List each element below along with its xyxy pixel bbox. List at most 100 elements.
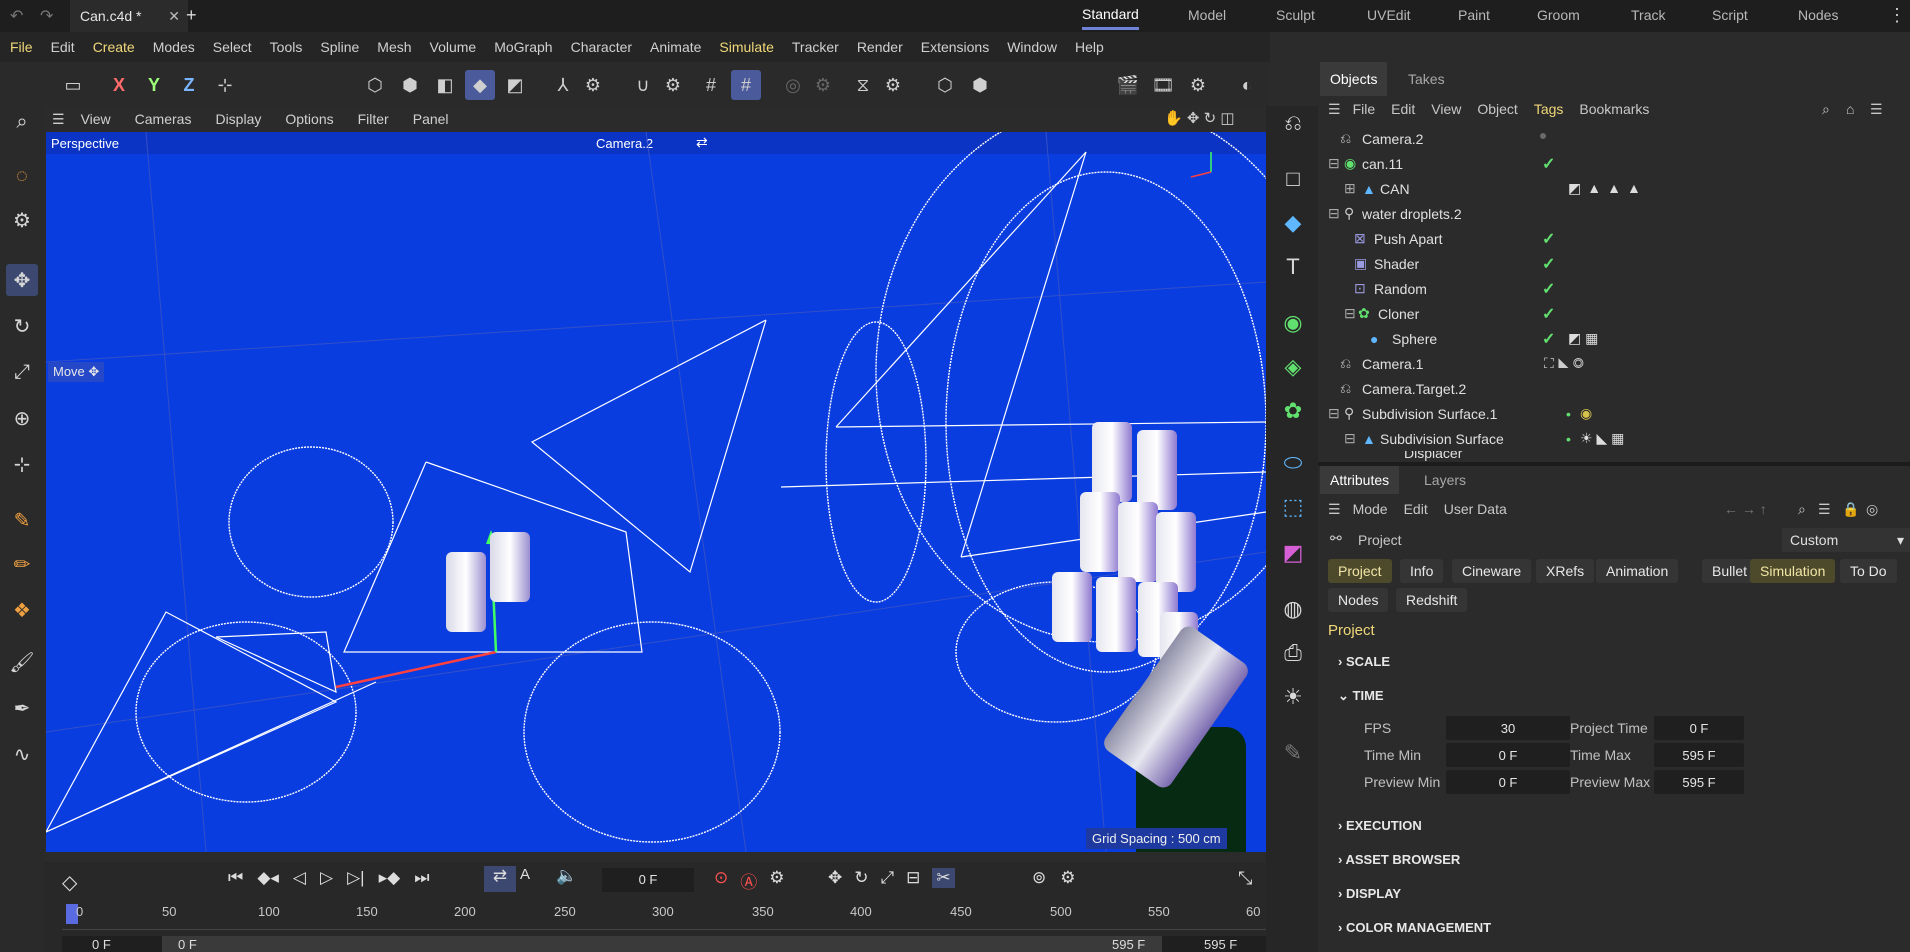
attributes-search-icon[interactable]: ⌕ (1798, 501, 1806, 518)
object-row[interactable]: ⊠ Push Apart ✓ (1318, 226, 1910, 251)
modeling-axis-icon[interactable]: ⬢ (965, 70, 995, 100)
render-region-icon[interactable]: 🎬 (1113, 70, 1143, 100)
viewport-menu-options[interactable]: Options (285, 111, 333, 127)
section-asset-browser[interactable]: › ASSET BROWSER (1338, 852, 1460, 867)
section-scale[interactable]: › SCALE (1338, 654, 1390, 669)
enabled-check-icon[interactable]: ✓ (1542, 229, 1555, 249)
tab-objects[interactable]: Objects (1320, 62, 1388, 96)
object-row[interactable]: ⊞ ▲ CAN ◩▲▲▲ (1318, 176, 1910, 201)
attr-tab-info[interactable]: Info (1400, 559, 1444, 583)
object-row[interactable]: ⊟ ✿ Cloner ✓ (1318, 301, 1910, 326)
scale-tool-icon[interactable]: ⤢ (6, 356, 38, 388)
cube-create-icon[interactable]: ◆ (1276, 206, 1310, 240)
layout-tab-model[interactable]: Model (1188, 0, 1226, 30)
objects-menu-object[interactable]: Object (1477, 101, 1517, 117)
attributes-nav-icons[interactable]: ← → ↑ (1724, 501, 1767, 517)
redshift-icon[interactable]: ◐ (1232, 70, 1262, 100)
menu-modes[interactable]: Modes (153, 39, 195, 55)
undo-icon[interactable]: ↶ (10, 6, 23, 26)
text-create-icon[interactable]: T (1276, 250, 1310, 284)
menu-tracker[interactable]: Tracker (792, 39, 839, 55)
object-row[interactable]: ⊡ Random ✓ (1318, 276, 1910, 301)
menu-spline[interactable]: Spline (320, 39, 359, 55)
sound-icon[interactable]: 🔈 (556, 866, 577, 886)
viewport-menu-icon[interactable]: ☰ (52, 111, 65, 128)
layout-tab-standard[interactable]: Standard (1082, 0, 1139, 30)
section-display[interactable]: › DISPLAY (1338, 886, 1401, 901)
transform-tool-icon[interactable]: ⊕ (6, 402, 38, 434)
object-row[interactable]: ● Sphere ✓ ◩ ▦ (1318, 326, 1910, 351)
attributes-menu-icon[interactable]: ☰ (1328, 501, 1341, 518)
attr-tab-bullet[interactable]: Bullet (1702, 559, 1758, 583)
sketch-tool-icon[interactable]: ✏ (6, 548, 38, 580)
menu-tools[interactable]: Tools (270, 39, 303, 55)
attributes-filter-icon[interactable]: ☰ (1818, 501, 1831, 518)
object-row[interactable]: ⊟ ◉ can.11 ✓ (1318, 151, 1910, 176)
objects-menu-tags[interactable]: Tags (1534, 101, 1564, 117)
lock-workplane-icon[interactable]: ⬡ (930, 70, 960, 100)
record-settings-icon[interactable]: ⚙ (769, 868, 784, 893)
project-time-field[interactable]: 0 F (1654, 716, 1744, 740)
menu-simulate[interactable]: Simulate (719, 39, 773, 55)
more-icon[interactable]: ⋮ (1888, 5, 1906, 26)
enabled-check-icon[interactable]: ✓ (1542, 304, 1555, 324)
keyframe-mode-icon[interactable]: ◇ (62, 870, 77, 895)
deformer-create-icon[interactable]: ⬭ (1276, 446, 1310, 480)
auto-key-icon[interactable]: A (520, 866, 530, 883)
rotate-tool-icon[interactable]: ↻ (6, 310, 38, 342)
layout-tab-uvedit[interactable]: UVEdit (1367, 0, 1411, 30)
fit-timeline-icon[interactable]: ⤡ (1238, 868, 1252, 889)
enabled-dot-icon[interactable]: • (1566, 431, 1571, 447)
viewport-nav-icons[interactable]: ✋ ✥ ↻ ◫ (1164, 109, 1235, 127)
range-end-field[interactable]: 595 F (1204, 937, 1237, 952)
x-axis-toggle[interactable]: X (104, 70, 134, 100)
current-frame-field[interactable]: 0 F (602, 868, 694, 892)
viewport-menu-view[interactable]: View (81, 111, 111, 127)
viewport-menu-panel[interactable]: Panel (413, 111, 449, 127)
axis-icon[interactable]: ⅄ (548, 70, 578, 100)
section-color-management[interactable]: › COLOR MANAGEMENT (1338, 920, 1491, 935)
autokey-record-icon[interactable]: Ⓐ (740, 868, 757, 893)
range-preview-start[interactable]: 0 F (178, 937, 197, 952)
tab-layers[interactable]: Layers (1414, 466, 1476, 494)
camera-tags-icon[interactable]: ⛶ ◣ ◎ (1544, 355, 1584, 372)
menu-character[interactable]: Character (571, 39, 632, 55)
menu-create[interactable]: Create (93, 39, 135, 55)
soft-settings-icon[interactable]: ⚙ (808, 70, 838, 100)
enabled-check-icon[interactable]: ✓ (1542, 154, 1555, 174)
paint-tool-icon[interactable]: ✒ (6, 692, 38, 724)
objects-search-icon[interactable]: ⌕ (1822, 101, 1830, 118)
attr-tab-xrefs[interactable]: XRefs (1536, 559, 1595, 583)
time-min-field[interactable]: 0 F (1446, 743, 1570, 767)
pen-tool-icon[interactable]: ✎ (6, 504, 38, 536)
objects-menu-view[interactable]: View (1431, 101, 1461, 117)
objects-menu-bookmarks[interactable]: Bookmarks (1579, 101, 1649, 117)
object-row[interactable]: ⊟ ▲ Subdivision Surface • ☀ ◣ ▦ (1318, 426, 1910, 451)
brush-tool-icon[interactable]: 🖌 (6, 646, 38, 678)
motion-settings-icon[interactable]: ⚙ (1060, 868, 1075, 888)
field-create-icon[interactable]: ⬚ (1276, 490, 1310, 524)
axis-settings-icon[interactable]: ⚙ (578, 70, 608, 100)
layout-tab-sculpt[interactable]: Sculpt (1276, 0, 1315, 30)
light-create-icon[interactable]: ☀ (1276, 680, 1310, 714)
menu-window[interactable]: Window (1007, 39, 1057, 55)
polygons-mode-icon[interactable]: ◧ (430, 70, 460, 100)
range-preview-end[interactable]: 595 F (1112, 937, 1145, 952)
menu-volume[interactable]: Volume (430, 39, 477, 55)
viewport-menu-filter[interactable]: Filter (358, 111, 389, 127)
symmetry-settings-icon[interactable]: ⚙ (878, 70, 908, 100)
objects-menu-file[interactable]: File (1353, 101, 1376, 117)
viewport-menu-display[interactable]: Display (215, 111, 261, 127)
grid-icon[interactable]: # (696, 70, 726, 100)
key-scale-icon[interactable]: ⤢ (881, 868, 895, 888)
y-axis-toggle[interactable]: Y (139, 70, 169, 100)
material-tags-icon[interactable]: ◩▲▲▲ (1568, 180, 1647, 197)
workplane-icon[interactable]: # (731, 70, 761, 100)
material-tags-icon[interactable]: ☀ ◣ ▦ (1580, 430, 1624, 447)
soft-selection-icon[interactable]: ◎ (778, 70, 808, 100)
attributes-menu-mode[interactable]: Mode (1353, 501, 1388, 517)
layout-tab-script[interactable]: Script (1712, 0, 1748, 30)
layout-tab-paint[interactable]: Paint (1458, 0, 1490, 30)
objects-menu-edit[interactable]: Edit (1391, 101, 1415, 117)
go-to-start-icon[interactable]: ⏮ (228, 868, 243, 888)
